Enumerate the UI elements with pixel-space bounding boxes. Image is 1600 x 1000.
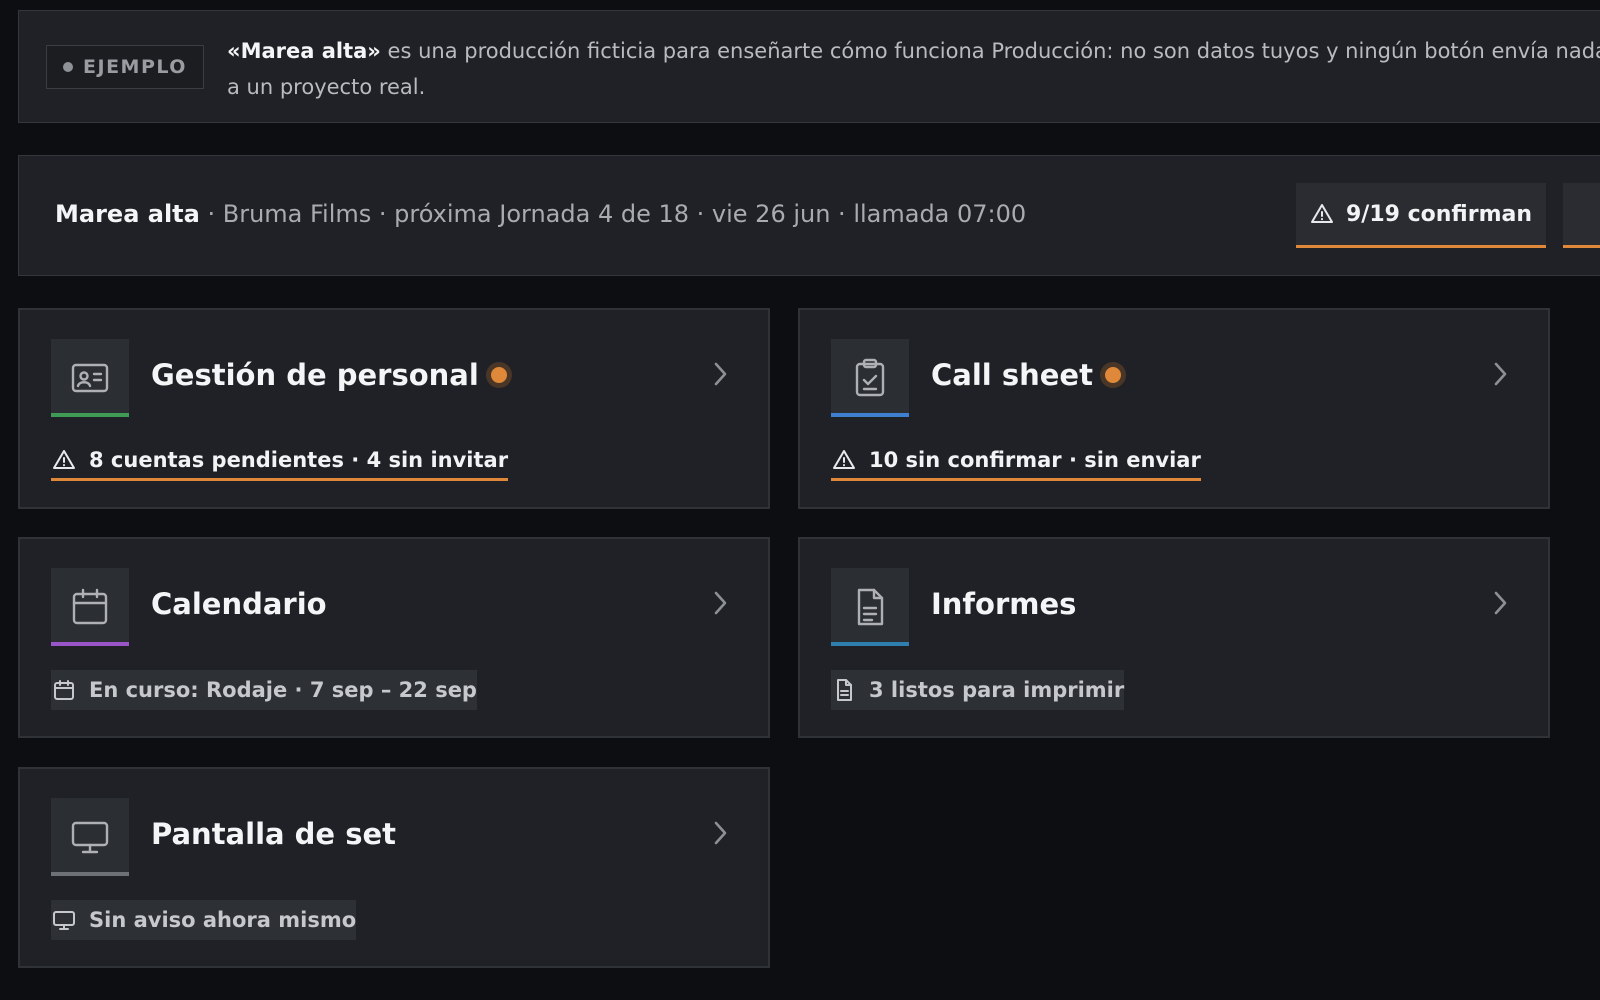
project-summary: Marea alta · Bruma Films · próxima Jorna… [55,200,1026,228]
card-icon-box [831,568,909,646]
example-banner-text: «Marea alta» es una producción ficticia … [227,33,1600,105]
warning-icon [833,449,855,469]
card-title-text: Gestión de personal [151,358,479,392]
warning-icon [53,449,75,469]
card-calendario[interactable]: Calendario En curso: Rodaje · 7 sep – 22… [18,537,770,738]
confirmations-badge[interactable]: 9/19 confirman [1296,183,1546,248]
example-chip: EJEMPLO [46,45,204,89]
card-accent-bar [831,642,909,646]
chevron-right-icon [714,591,727,615]
card-accent-bar [51,872,129,876]
card-accent-bar [831,413,909,417]
card-status: 3 listos para imprimir [831,670,1125,710]
card-title-text: Calendario [151,587,327,621]
card-accent-bar [51,413,129,417]
chevron-right-icon [714,821,727,845]
alert-dot-icon [490,367,507,383]
card-title-text: Pantalla de set [151,817,396,851]
card-title-text: Informes [931,587,1077,621]
card-status-text: 8 cuentas pendientes · 4 sin invitar [89,447,509,472]
example-chip-label: EJEMPLO [83,56,187,78]
card-informes[interactable]: Informes 3 listos para imprimir [798,537,1550,738]
banner-project-name: «Marea alta» [227,39,381,63]
example-banner: EJEMPLO «Marea alta» es una producción f… [18,10,1600,123]
confirmations-label: 9/19 confirman [1345,201,1533,227]
card-status: Sin aviso ahora mismo [51,900,357,940]
monitor-icon [71,821,109,854]
card-icon-box [51,568,129,646]
project-details: · Bruma Films · próxima Jornada 4 de 18 … [199,200,1027,228]
card-title: Calendario [151,587,327,621]
card-accent-bar [51,642,129,646]
card-status-text: Sin aviso ahora mismo [89,908,357,932]
card-title: Informes [931,587,1076,621]
id-card-icon [71,363,109,393]
document-icon [837,679,852,701]
calendar-icon [72,588,108,625]
chevron-right-icon [714,362,727,386]
card-title: Pantalla de set [151,817,396,851]
card-title: Call sheet [931,358,1121,392]
card-icon-box [51,339,129,417]
card-status: 8 cuentas pendientes · 4 sin invitar [51,441,509,481]
clipboard-check-icon [855,358,885,397]
card-status: 10 sin confirmar · sin enviar [831,441,1201,481]
card-icon-box [51,798,129,876]
header-secondary-badge[interactable] [1563,183,1600,248]
card-status: En curso: Rodaje · 7 sep – 22 sep [51,670,477,710]
chevron-right-icon [1494,591,1507,615]
card-title: Gestión de personal [151,358,507,392]
project-title: Marea alta [55,200,200,228]
card-title-text: Call sheet [931,358,1093,392]
calendar-icon [54,680,74,700]
chip-dot-icon [63,62,74,72]
warning-icon [1310,204,1333,223]
project-header: Marea alta · Bruma Films · próxima Jorna… [18,155,1600,276]
card-pantalla-set[interactable]: Pantalla de set Sin aviso ahora mismo [18,767,770,968]
document-icon [857,588,884,626]
card-icon-box [831,339,909,417]
card-call-sheet[interactable]: Call sheet 10 sin confirmar · sin enviar [798,308,1550,509]
chevron-right-icon [1494,362,1507,386]
card-status-text: 3 listos para imprimir [869,678,1125,702]
card-status-text: 10 sin confirmar · sin enviar [869,447,1201,472]
card-status-text: En curso: Rodaje · 7 sep – 22 sep [89,678,477,702]
card-gestion-personal[interactable]: Gestión de personal 8 cuentas pendientes… [18,308,770,509]
banner-description: es una producción ficticia para enseñart… [227,39,1600,99]
alert-dot-icon [1104,367,1121,383]
monitor-icon [53,911,75,930]
